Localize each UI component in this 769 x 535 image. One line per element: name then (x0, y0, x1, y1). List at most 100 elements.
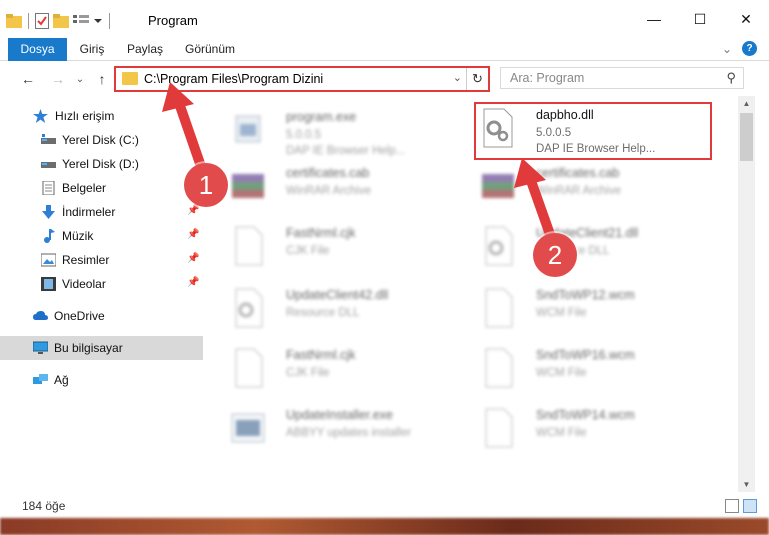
sidebar-item-videos[interactable]: Videolar 📌 (0, 272, 203, 296)
file-item[interactable]: FastNrml.cjk CJK File (204, 218, 444, 276)
scroll-down-arrow[interactable]: ▼ (738, 477, 755, 492)
file-type: WinRAR Archive (286, 185, 371, 197)
file-version: 5.0.0.5 (286, 129, 322, 141)
sidebar-item-this-pc[interactable]: Bu bilgisayar (0, 336, 203, 360)
title-bar: Program — ☐ ✕ (0, 0, 769, 38)
documents-icon (42, 181, 55, 195)
dll-gear-icon (235, 288, 263, 328)
sidebar-item-quick-access[interactable]: Hızlı erişim (0, 104, 203, 128)
maximize-button[interactable]: ☐ (677, 0, 723, 38)
desktop-background-strip (0, 518, 769, 535)
file-type: CJK File (286, 367, 330, 379)
pin-icon[interactable]: 📌 (187, 253, 199, 264)
address-bar[interactable]: C:\Program Files\Program Dizini ⌄ ↻ (114, 66, 490, 92)
file-item[interactable]: program.exe 5.0.0.5 DAP IE Browser Help.… (204, 102, 444, 160)
sidebar-item-documents[interactable]: Belgeler 📌 (0, 176, 203, 200)
drive-icon (41, 134, 56, 144)
item-count: 184 öğe (22, 499, 66, 513)
file-icon (485, 288, 513, 328)
file-item[interactable]: UpdateClient42.dll Resource DLL (204, 280, 444, 338)
sidebar-item-label: Hızlı erişim (55, 109, 115, 123)
step-1-badge: 1 (184, 163, 228, 207)
window-title: Program (148, 13, 198, 28)
forward-button[interactable]: → (48, 69, 68, 89)
qat-divider (28, 13, 29, 29)
navigation-pane: Hızlı erişim Yerel Disk (C:) Yerel Disk … (0, 100, 203, 490)
pin-icon[interactable]: 📌 (187, 277, 199, 288)
sidebar-item-local-disk-d[interactable]: Yerel Disk (D:) (0, 152, 203, 176)
file-item[interactable]: certificates.cab WinRAR Archive (454, 158, 694, 216)
sidebar-item-label: OneDrive (54, 309, 105, 323)
details-view-icon[interactable] (725, 499, 739, 513)
sidebar-item-label: Resimler (62, 253, 110, 267)
minimize-button[interactable]: — (631, 0, 677, 38)
ribbon-expand-icon[interactable]: ⌄ (722, 42, 732, 56)
sidebar-item-pictures[interactable]: Resimler 📌 (0, 248, 203, 272)
address-path[interactable]: C:\Program Files\Program Dizini (144, 72, 323, 86)
address-dropdown-icon[interactable]: ⌄ (453, 71, 462, 84)
properties-icon[interactable] (35, 13, 49, 29)
file-icon (485, 408, 513, 448)
file-type: Resource DLL (286, 307, 360, 319)
pin-icon[interactable]: 📌 (187, 205, 199, 216)
sidebar-item-network[interactable]: Ağ (0, 368, 203, 392)
sidebar-item-downloads[interactable]: İndirmeler 📌 (0, 200, 203, 224)
file-item[interactable]: FastNrml.cjk CJK File (204, 340, 444, 398)
large-icons-view-icon[interactable] (743, 499, 757, 513)
file-name: SndToWP12.wcm (536, 288, 635, 302)
search-placeholder[interactable]: Ara: Program (510, 71, 584, 85)
file-description: DAP IE Browser Help... (286, 145, 406, 157)
file-name: certificates.cab (536, 166, 620, 180)
file-item[interactable]: SndToWP14.wcm WCM File (454, 400, 694, 458)
file-type: ABBYY updates installer (286, 427, 412, 439)
back-button[interactable]: ← (18, 69, 38, 89)
new-folder-icon[interactable] (53, 14, 69, 28)
scroll-up-arrow[interactable]: ▲ (738, 96, 755, 111)
drive-icon (41, 162, 56, 168)
tab-share[interactable]: Paylaş (122, 38, 168, 61)
music-icon (44, 229, 55, 243)
network-icon (33, 374, 48, 384)
scroll-thumb[interactable] (740, 113, 753, 161)
file-item[interactable]: SndToWP16.wcm WCM File (454, 340, 694, 398)
step-2-badge: 2 (533, 233, 577, 277)
vertical-scrollbar[interactable]: ▲ ▼ (738, 96, 755, 492)
refresh-button[interactable]: ↻ (466, 68, 488, 90)
file-item[interactable]: certificates.cab WinRAR Archive (204, 158, 444, 216)
tab-file[interactable]: Dosya (8, 38, 67, 61)
tab-home[interactable]: Giriş (72, 38, 112, 61)
sidebar-item-label: Müzik (62, 229, 94, 243)
recent-locations-button[interactable]: ⌄ (70, 69, 90, 89)
file-item[interactable]: UpdateInstaller.exe ABBYY updates instal… (204, 400, 444, 458)
up-button[interactable]: ↑ (92, 69, 112, 89)
tab-view[interactable]: Görünüm (180, 38, 240, 61)
folder-icon[interactable] (6, 14, 22, 28)
view-options-icon[interactable] (73, 14, 89, 28)
file-icon (235, 348, 263, 388)
search-icon[interactable]: ⚲ (726, 70, 736, 86)
cloud-icon (33, 311, 48, 320)
help-icon[interactable]: ? (742, 41, 757, 56)
sidebar-item-local-disk-c[interactable]: Yerel Disk (C:) (0, 128, 203, 152)
qat-dropdown-icon[interactable] (93, 16, 103, 26)
file-item[interactable]: SndToWP12.wcm WCM File (454, 280, 694, 338)
navigation-bar: ← → ⌄ ↑ C:\Program Files\Program Dizini … (0, 62, 769, 96)
winrar-icon (232, 174, 264, 198)
status-bar: 184 öğe (0, 493, 769, 518)
file-name: UpdateClient42.dll (286, 288, 389, 302)
winrar-icon (482, 174, 514, 198)
sidebar-item-music[interactable]: Müzik 📌 (0, 224, 203, 248)
ribbon-controls: ⌄ ? (722, 41, 757, 56)
file-icon (235, 226, 263, 266)
pin-icon[interactable]: 📌 (187, 229, 199, 240)
sidebar-item-onedrive[interactable]: OneDrive (0, 304, 203, 328)
close-button[interactable]: ✕ (723, 0, 769, 38)
search-box[interactable]: Ara: Program ⚲ (500, 67, 744, 89)
file-type: CJK File (286, 245, 330, 257)
sidebar-item-label: Yerel Disk (D:) (62, 157, 139, 171)
file-name: FastNrml.cjk (286, 348, 356, 362)
download-icon (42, 205, 55, 219)
computer-icon (33, 341, 48, 354)
quick-access-toolbar (6, 10, 112, 32)
pictures-icon (41, 253, 56, 267)
